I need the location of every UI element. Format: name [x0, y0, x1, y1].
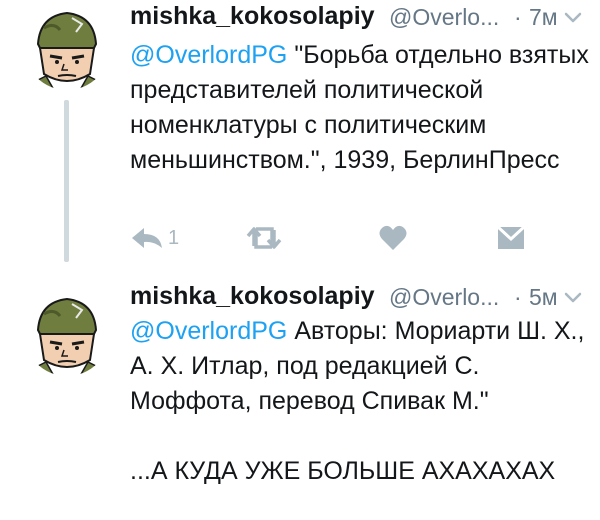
reply-count: 1: [168, 226, 180, 249]
mention-link[interactable]: @OverlordPG: [130, 317, 287, 345]
user-handle[interactable]: @Overlo...: [389, 284, 499, 311]
tweet[interactable]: mishka_kokosolapiy @Overlo... · 7м @Over…: [0, 0, 600, 272]
direct-message-button[interactable]: [496, 222, 526, 254]
tweet-header: mishka_kokosolapiy @Overlo... · 5м: [130, 282, 582, 316]
separator-dot: ·: [514, 4, 522, 30]
timestamp[interactable]: 5м: [529, 284, 558, 311]
soldier-helmet-avatar: [24, 4, 110, 90]
direct-message-icon: [496, 225, 526, 249]
tweet-text: @OverlordPG "Борьба отдельно взятых пред…: [130, 38, 592, 178]
tweet-text: @OverlordPG Авторы: Мориарти Ш. Х., А. Х…: [130, 314, 592, 489]
avatar[interactable]: [24, 290, 110, 376]
mention-link[interactable]: @OverlordPG: [130, 41, 287, 69]
avatar[interactable]: [24, 4, 110, 90]
retweet-button[interactable]: [246, 222, 282, 254]
separator-dot: ·: [514, 284, 522, 310]
user-name[interactable]: mishka_kokosolapiy: [130, 2, 375, 31]
chevron-down-icon[interactable]: [562, 6, 584, 28]
tweet-header: mishka_kokosolapiy @Overlo... · 7м: [130, 2, 582, 36]
thread-line: [64, 100, 69, 262]
tweet-actions: 1: [130, 222, 550, 254]
chevron-down-icon[interactable]: [562, 286, 584, 308]
tweet[interactable]: mishka_kokosolapiy @Overlo... · 5м @Over…: [0, 272, 600, 520]
user-handle[interactable]: @Overlo...: [389, 4, 499, 31]
reply-button[interactable]: 1: [130, 222, 179, 254]
timestamp[interactable]: 7м: [529, 4, 558, 31]
retweet-icon: [246, 227, 282, 249]
heart-icon: [379, 225, 407, 250]
like-button[interactable]: [378, 222, 408, 254]
soldier-helmet-avatar: [24, 290, 110, 376]
reply-icon: [132, 228, 162, 248]
user-name[interactable]: mishka_kokosolapiy: [130, 282, 375, 311]
